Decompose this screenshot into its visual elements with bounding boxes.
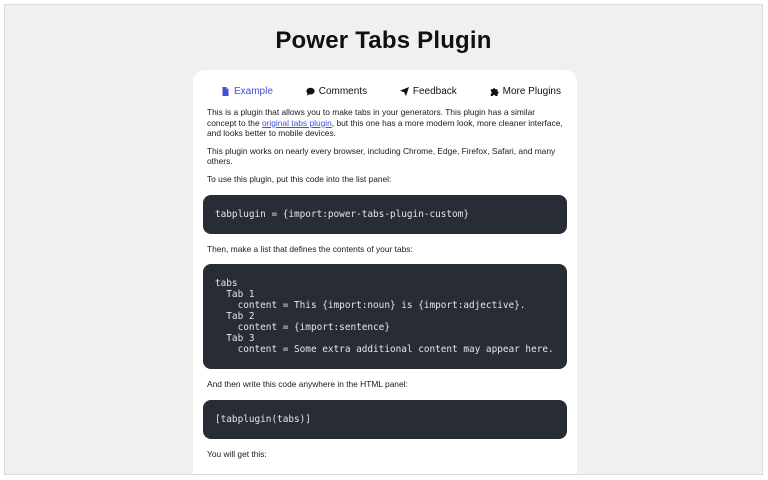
- tab-feedback[interactable]: Feedback: [399, 85, 457, 97]
- tab-more-plugins[interactable]: More Plugins: [490, 86, 561, 97]
- puzzle-icon: [490, 87, 499, 96]
- comment-icon: [306, 87, 315, 96]
- tab-example-label: Example: [234, 85, 273, 97]
- tab-feedback-label: Feedback: [412, 85, 457, 97]
- intro-paragraph: This is a plugin that allows you to make…: [207, 107, 563, 139]
- file-icon: [222, 86, 229, 96]
- tab-comments-label: Comments: [318, 85, 368, 97]
- plugin-card: Example Comments Feedback More Plugins T…: [193, 70, 577, 474]
- code-block-tabs-list: tabs Tab 1 content = This {import:noun} …: [203, 264, 567, 370]
- original-tabs-plugin-link[interactable]: original tabs plugin: [262, 118, 332, 128]
- step-define-tabs-text: Then, make a list that defines the conte…: [207, 243, 413, 254]
- code-block-html: [tabplugin(tabs)]: [203, 399, 567, 439]
- browsers-paragraph: This plugin works on nearly every browse…: [207, 145, 556, 167]
- page-frame: Power Tabs Plugin Example Comments Feedb…: [4, 4, 763, 475]
- paper-plane-icon: [399, 86, 409, 96]
- tab-bar: Example Comments Feedback More Plugins: [203, 77, 567, 105]
- tab-more-plugins-label: More Plugins: [502, 85, 561, 97]
- page-title: Power Tabs Plugin: [275, 27, 492, 54]
- step-html-panel-text: And then write this code anywhere in the…: [207, 379, 408, 390]
- tab-content: This is a plugin that allows you to make…: [203, 105, 567, 459]
- step-result-text: You will get this:: [207, 448, 267, 459]
- tab-example[interactable]: Example: [221, 86, 273, 97]
- code-block-import: tabplugin = {import:power-tabs-plugin-cu…: [203, 194, 567, 234]
- tab-comments[interactable]: Comments: [306, 86, 367, 97]
- step-list-panel-text: To use this plugin, put this code into t…: [207, 173, 392, 184]
